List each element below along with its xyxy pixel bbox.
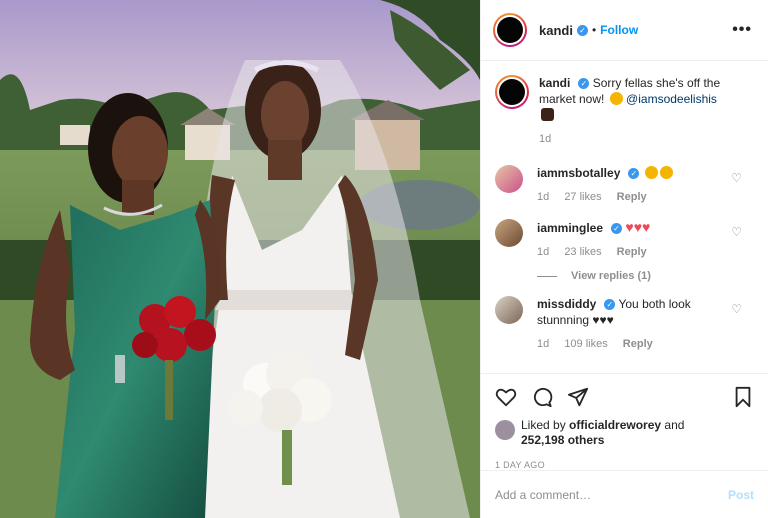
comment-item: iammsbotalley ✓ 1d 27 likes Reply ♡ [495, 165, 756, 205]
post-photo[interactable] [0, 0, 480, 518]
commenter-avatar[interactable] [495, 296, 523, 324]
caption-age: 1d [539, 133, 552, 145]
comment-bubble-icon[interactable] [531, 386, 553, 408]
instagram-post: kandi ✓ • Follow ••• kandi ✓ Sorry fellas… [0, 0, 768, 518]
heart-eyes-emoji-icon [644, 166, 658, 179]
comment-username[interactable]: iamminglee [537, 221, 603, 235]
comment-item: missdiddy ✓ You both look stunnning ♥♥♥ 1… [495, 296, 756, 352]
comment-item: iamminglee ✓ ♥♥♥ 1d 23 likes Reply ♡ [495, 219, 756, 260]
post-timestamp[interactable]: 1 DAY AGO [495, 460, 754, 470]
post-header: kandi ✓ • Follow ••• [481, 0, 768, 61]
verified-icon: ✓ [611, 223, 623, 235]
view-replies-label[interactable]: View replies (1) [571, 270, 651, 282]
more-options-icon[interactable]: ••• [732, 21, 752, 39]
comment-username[interactable]: missdiddy [537, 297, 596, 311]
liked-by-user[interactable]: officialdreworey [569, 418, 661, 432]
like-comment-heart-icon[interactable]: ♡ [731, 225, 742, 239]
like-comment-heart-icon[interactable]: ♡ [731, 171, 742, 185]
comment-text: ♥♥♥ [625, 219, 651, 235]
like-heart-icon[interactable] [495, 386, 517, 408]
verified-icon: ✓ [604, 299, 616, 311]
reply-button[interactable]: Reply [617, 191, 647, 203]
comment-likes[interactable]: 109 likes [564, 338, 607, 350]
comment-age: 1d [537, 191, 550, 203]
view-replies-button[interactable]: View replies (1) [537, 270, 756, 282]
liked-by: Liked by officialdreworey and 252,198 ot… [495, 418, 754, 448]
likes-count[interactable]: 252,198 others [521, 433, 604, 447]
verified-icon: ✓ [578, 78, 590, 90]
caption-body: kandi ✓ Sorry fellas she's off the market… [539, 75, 756, 147]
woman-emoji-icon [541, 108, 554, 121]
replies-divider [537, 275, 557, 277]
heart-eyes-emoji-icon [659, 166, 673, 179]
author-avatar[interactable] [493, 13, 527, 47]
caption: kandi ✓ Sorry fellas she's off the market… [495, 75, 756, 147]
liker-avatar[interactable] [495, 420, 515, 440]
author-username[interactable]: kandi [539, 23, 573, 38]
commenter-avatar[interactable] [495, 165, 523, 193]
caption-avatar[interactable] [495, 75, 529, 109]
like-comment-heart-icon[interactable]: ♡ [731, 302, 742, 316]
add-comment-bar: Add a comment… Post [481, 470, 768, 518]
verified-icon: ✓ [576, 24, 588, 36]
commenter-avatar[interactable] [495, 219, 523, 247]
comment-likes[interactable]: 27 likes [564, 191, 601, 203]
comments-list: kandi ✓ Sorry fellas she's off the market… [481, 61, 768, 373]
comment-age: 1d [537, 246, 550, 258]
bookmark-icon[interactable] [732, 386, 754, 408]
wedding-photo-illustration [0, 0, 480, 518]
add-comment-input[interactable]: Add a comment… [495, 488, 591, 502]
comment-username[interactable]: iammsbotalley [537, 166, 620, 180]
caption-mention[interactable]: @iamsodeelishis [626, 92, 717, 106]
verified-icon: ✓ [628, 168, 640, 180]
comment-age: 1d [537, 338, 550, 350]
liked-by-and: and [664, 418, 685, 432]
laughing-emoji-icon [609, 92, 623, 105]
share-paper-plane-icon[interactable] [567, 386, 589, 408]
separator-dot: • [591, 23, 597, 37]
reply-button[interactable]: Reply [617, 246, 647, 258]
action-icons [495, 382, 754, 412]
follow-button[interactable]: Follow [600, 23, 638, 37]
reply-button[interactable]: Reply [623, 338, 653, 350]
post-comment-button[interactable]: Post [728, 488, 754, 502]
comment-likes[interactable]: 23 likes [564, 246, 601, 258]
post-sidebar: kandi ✓ • Follow ••• kandi ✓ Sorry fellas… [480, 0, 768, 518]
caption-username[interactable]: kandi [539, 76, 570, 90]
liked-by-prefix: Liked by [521, 418, 566, 432]
